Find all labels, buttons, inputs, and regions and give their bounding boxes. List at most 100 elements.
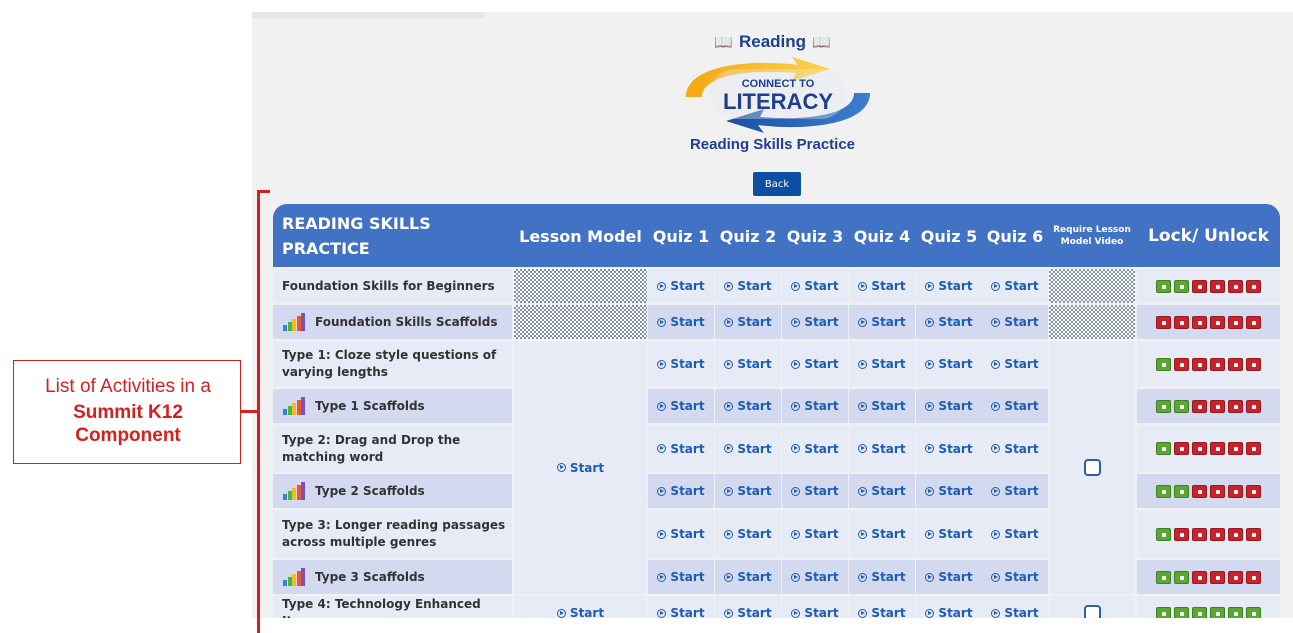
quiz-3-start-button[interactable]: Start: [782, 474, 848, 508]
require-video-checkbox[interactable]: [1083, 459, 1101, 476]
lock-icon[interactable]: [1228, 315, 1243, 329]
quiz-4-start-button[interactable]: Start: [849, 305, 915, 339]
lock-icon[interactable]: [1210, 315, 1225, 329]
lock-icon[interactable]: [1192, 399, 1207, 413]
lock-icon[interactable]: [1192, 442, 1207, 455]
lock-icon[interactable]: [1210, 570, 1225, 584]
quiz-5-start-button[interactable]: Start: [916, 305, 982, 339]
lock-icon[interactable]: [1210, 399, 1225, 413]
unlock-icon[interactable]: [1228, 606, 1243, 618]
quiz-6-start-button[interactable]: Start: [982, 510, 1048, 558]
unlock-icon[interactable]: [1156, 442, 1171, 455]
quiz-1-start-button[interactable]: Start: [648, 269, 714, 303]
quiz-5-start-button[interactable]: Start: [916, 596, 982, 618]
quiz-5-start-button[interactable]: Start: [916, 474, 982, 508]
quiz-2-start-button[interactable]: Start: [715, 425, 781, 472]
unlock-icon[interactable]: [1156, 606, 1171, 618]
unlock-icon[interactable]: [1156, 279, 1171, 293]
lock-icon[interactable]: [1174, 357, 1189, 371]
quiz-1-start-button[interactable]: Start: [648, 305, 714, 339]
quiz-3-start-button[interactable]: Start: [782, 305, 848, 339]
unlock-icon[interactable]: [1156, 399, 1171, 413]
quiz-6-start-button[interactable]: Start: [982, 341, 1048, 387]
unlock-icon[interactable]: [1192, 606, 1207, 618]
quiz-6-start-button[interactable]: Start: [982, 305, 1048, 339]
quiz-3-start-button[interactable]: Start: [782, 510, 848, 558]
unlock-icon[interactable]: [1174, 570, 1189, 584]
quiz-5-start-button[interactable]: Start: [916, 510, 982, 558]
lock-icon[interactable]: [1246, 484, 1261, 498]
quiz-2-start-button[interactable]: Start: [715, 560, 781, 594]
back-button[interactable]: Back: [753, 172, 801, 196]
quiz-4-start-button[interactable]: Start: [849, 341, 915, 387]
quiz-6-start-button[interactable]: Start: [982, 474, 1048, 508]
quiz-5-start-button[interactable]: Start: [916, 425, 982, 472]
lesson-model-start-button[interactable]: Start: [514, 341, 647, 594]
lock-icon[interactable]: [1192, 357, 1207, 371]
lock-icon[interactable]: [1246, 399, 1261, 413]
lock-icon[interactable]: [1210, 357, 1225, 371]
unlock-icon[interactable]: [1174, 399, 1189, 413]
lock-icon[interactable]: [1210, 484, 1225, 498]
lock-icon[interactable]: [1228, 484, 1243, 498]
quiz-2-start-button[interactable]: Start: [715, 269, 781, 303]
quiz-6-start-button[interactable]: Start: [982, 425, 1048, 472]
quiz-4-start-button[interactable]: Start: [849, 269, 915, 303]
unlock-icon[interactable]: [1246, 606, 1261, 618]
quiz-4-start-button[interactable]: Start: [849, 474, 915, 508]
quiz-1-start-button[interactable]: Start: [648, 389, 714, 423]
quiz-4-start-button[interactable]: Start: [849, 425, 915, 472]
quiz-4-start-button[interactable]: Start: [849, 389, 915, 423]
quiz-5-start-button[interactable]: Start: [916, 560, 982, 594]
unlock-icon[interactable]: [1156, 527, 1171, 541]
quiz-4-start-button[interactable]: Start: [849, 560, 915, 594]
unlock-icon[interactable]: [1174, 606, 1189, 618]
lock-icon[interactable]: [1246, 279, 1261, 293]
lock-icon[interactable]: [1228, 570, 1243, 584]
lock-icon[interactable]: [1246, 442, 1261, 455]
lock-icon[interactable]: [1246, 570, 1261, 584]
lock-icon[interactable]: [1210, 279, 1225, 293]
quiz-3-start-button[interactable]: Start: [782, 596, 848, 618]
lock-icon[interactable]: [1228, 279, 1243, 293]
quiz-2-start-button[interactable]: Start: [715, 474, 781, 508]
quiz-1-start-button[interactable]: Start: [648, 510, 714, 558]
lock-icon[interactable]: [1192, 279, 1207, 293]
quiz-4-start-button[interactable]: Start: [849, 596, 915, 618]
quiz-1-start-button[interactable]: Start: [648, 560, 714, 594]
quiz-2-start-button[interactable]: Start: [715, 389, 781, 423]
quiz-1-start-button[interactable]: Start: [648, 474, 714, 508]
lock-icon[interactable]: [1228, 442, 1243, 455]
quiz-6-start-button[interactable]: Start: [982, 269, 1048, 303]
lock-icon[interactable]: [1246, 315, 1261, 329]
lock-icon[interactable]: [1156, 315, 1171, 329]
quiz-5-start-button[interactable]: Start: [916, 269, 982, 303]
quiz-6-start-button[interactable]: Start: [982, 560, 1048, 594]
unlock-icon[interactable]: [1156, 570, 1171, 584]
unlock-icon[interactable]: [1156, 484, 1171, 498]
lock-icon[interactable]: [1228, 399, 1243, 413]
quiz-4-start-button[interactable]: Start: [849, 510, 915, 558]
lock-icon[interactable]: [1210, 442, 1225, 455]
quiz-5-start-button[interactable]: Start: [916, 389, 982, 423]
quiz-2-start-button[interactable]: Start: [715, 596, 781, 618]
require-video-checkbox[interactable]: [1083, 604, 1101, 618]
quiz-1-start-button[interactable]: Start: [648, 425, 714, 472]
lock-icon[interactable]: [1228, 527, 1243, 541]
quiz-6-start-button[interactable]: Start: [982, 596, 1048, 618]
lock-icon[interactable]: [1192, 527, 1207, 541]
lock-icon[interactable]: [1228, 357, 1243, 371]
lock-icon[interactable]: [1192, 315, 1207, 329]
unlock-icon[interactable]: [1174, 484, 1189, 498]
lesson-model-start-button[interactable]: Start: [514, 596, 647, 618]
quiz-3-start-button[interactable]: Start: [782, 341, 848, 387]
quiz-1-start-button[interactable]: Start: [648, 596, 714, 618]
quiz-5-start-button[interactable]: Start: [916, 341, 982, 387]
lock-icon[interactable]: [1174, 442, 1189, 455]
unlock-icon[interactable]: [1210, 606, 1225, 618]
quiz-3-start-button[interactable]: Start: [782, 560, 848, 594]
unlock-icon[interactable]: [1156, 357, 1171, 371]
quiz-6-start-button[interactable]: Start: [982, 389, 1048, 423]
lock-icon[interactable]: [1210, 527, 1225, 541]
lock-icon[interactable]: [1246, 357, 1261, 371]
